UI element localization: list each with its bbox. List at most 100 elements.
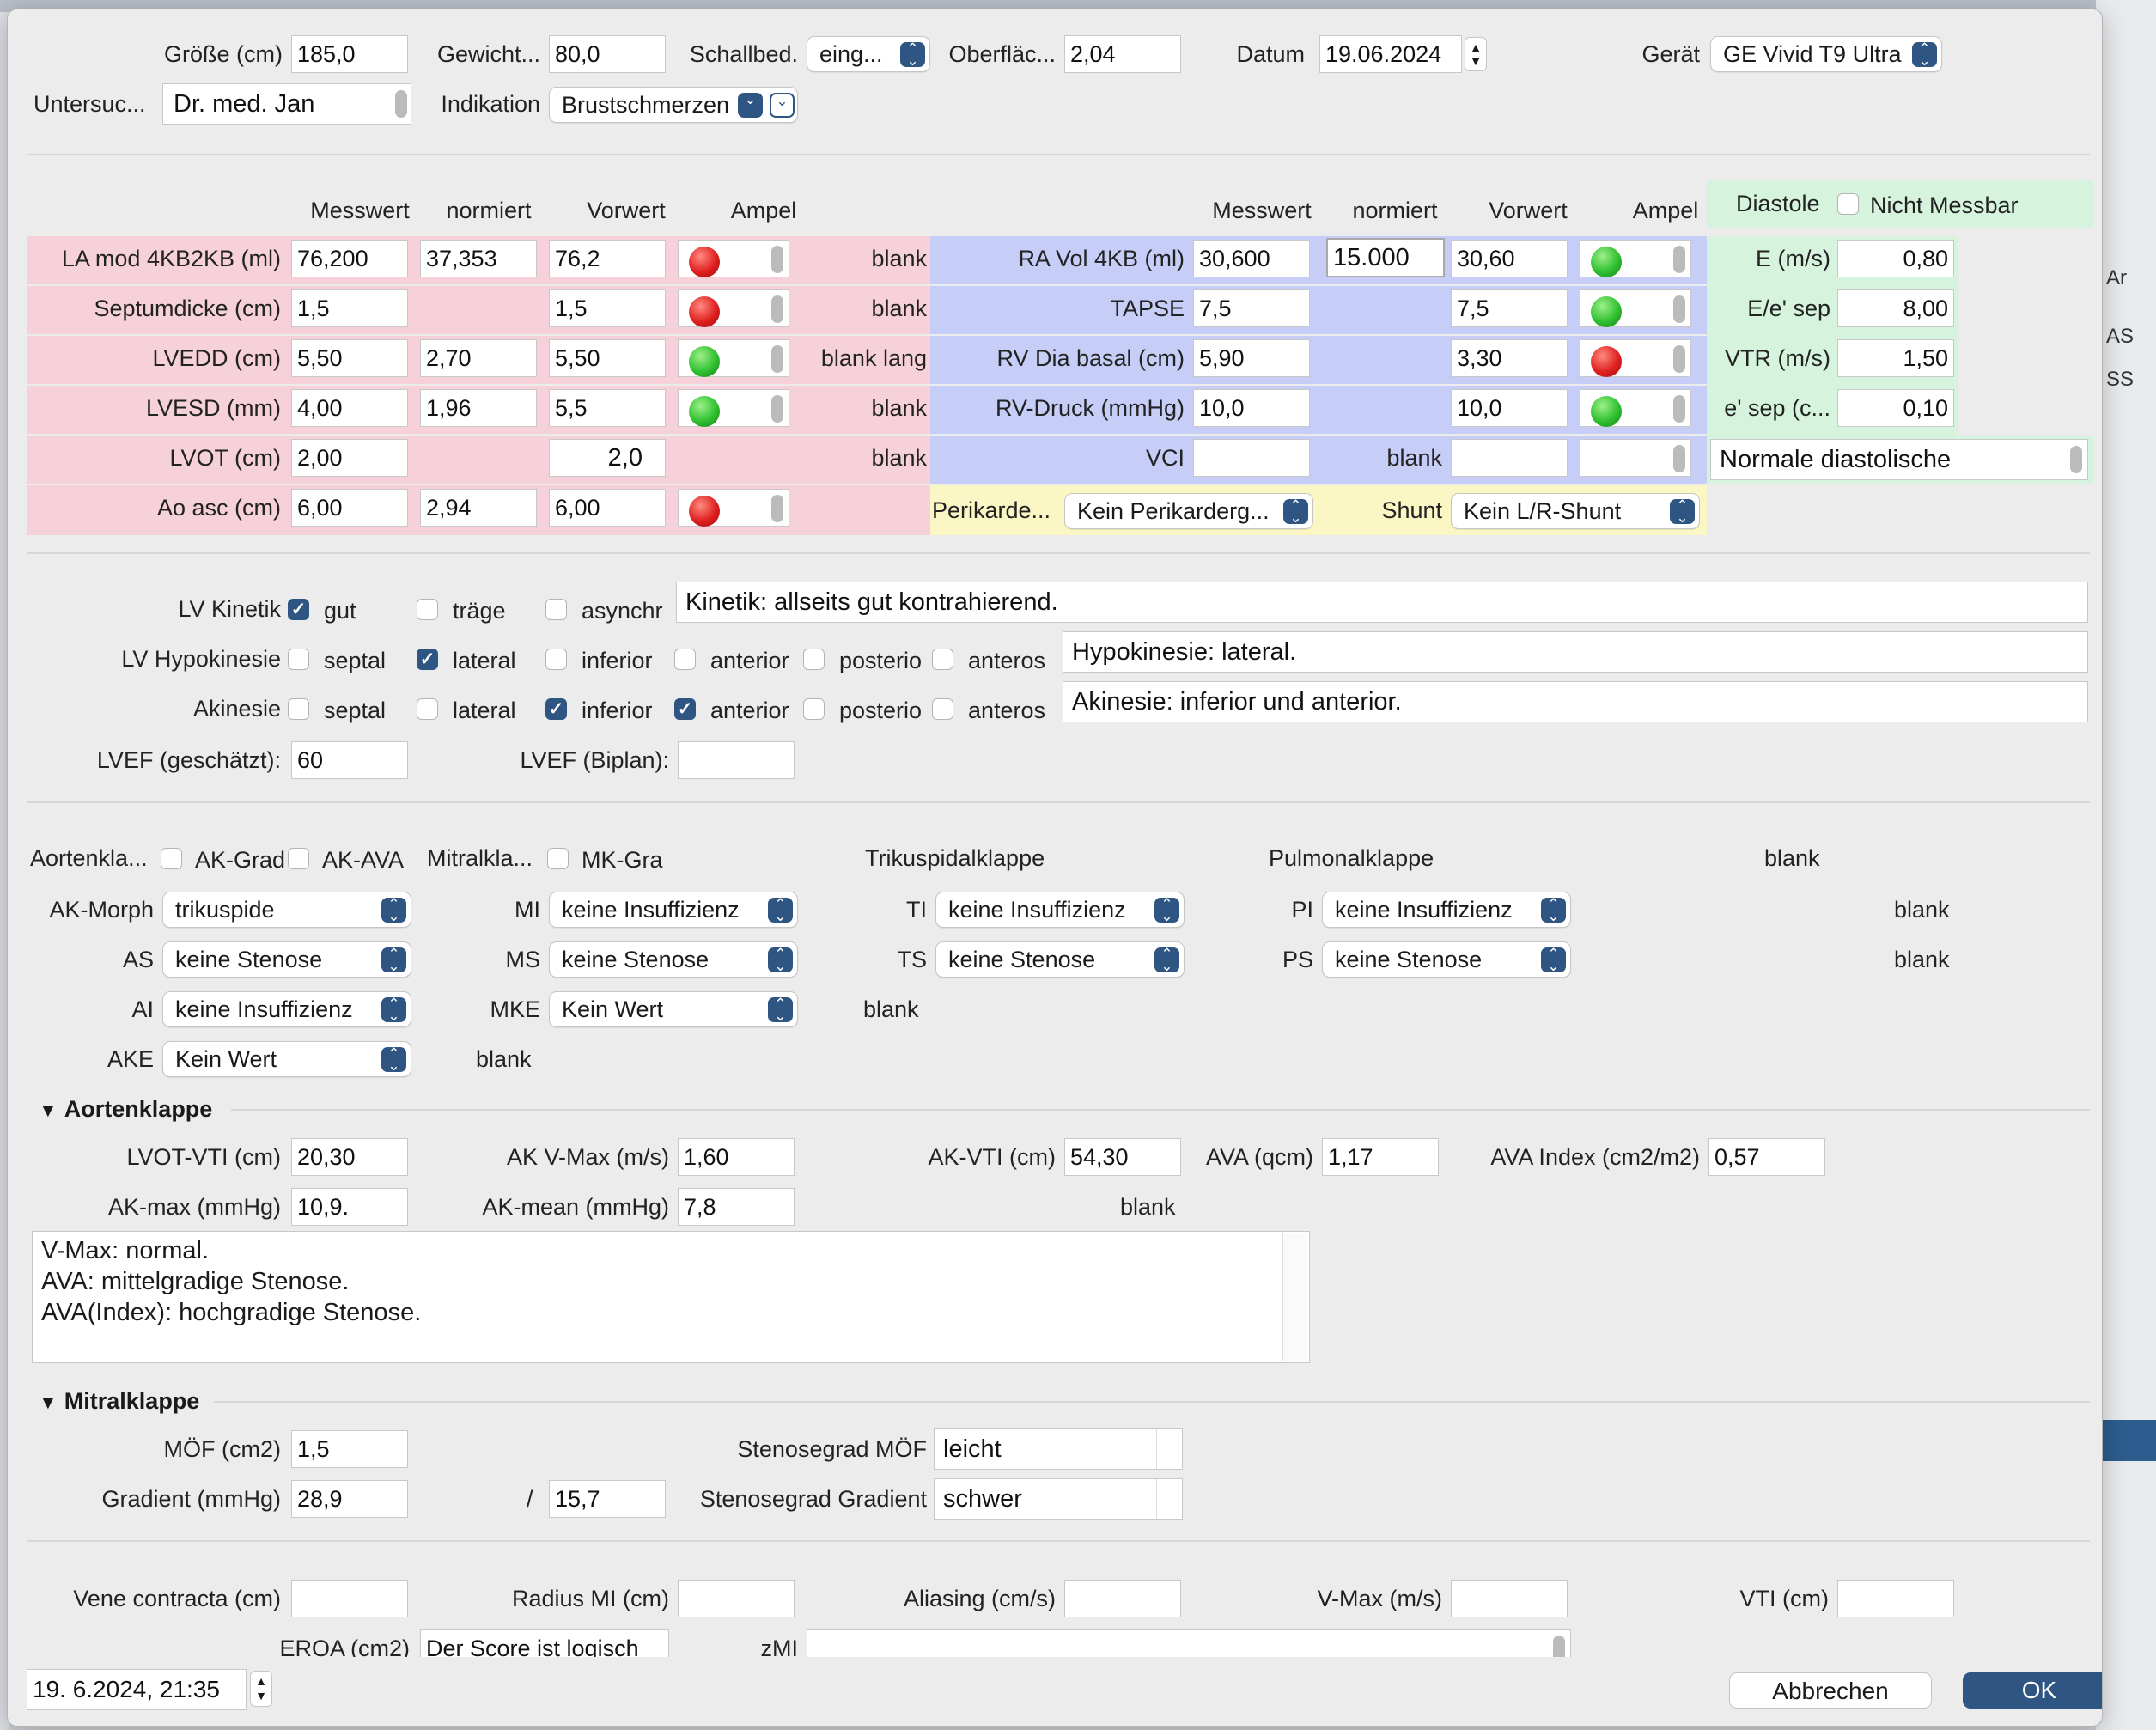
normiert-field[interactable]: 2,94 [420,489,537,527]
aortenklappe-text-area[interactable]: V-Max: normal. AVA: mittelgradige Stenos… [32,1231,1310,1363]
left-row-label[interactable]: Septumdicke (cm) [33,289,281,327]
diastole-row-label[interactable]: E/e' sep [1708,289,1830,327]
blank-label[interactable]: blank [476,1040,532,1078]
normiert-field[interactable]: 1,96 [420,389,537,427]
ak-vti-field[interactable]: 54,30 [1064,1138,1181,1176]
akinesie-anterior-label[interactable]: anterior [710,691,789,729]
diastole-value-field[interactable]: 1,50 [1837,339,1954,377]
akinesie-anteros-checkbox[interactable] [932,698,953,720]
chevron-double-icon[interactable]: ⌄ [770,93,795,118]
ok-button[interactable]: OK [1963,1672,2102,1709]
ts-select[interactable]: keine Stenose ⌃ ⌄ [935,941,1185,978]
vorwert-field[interactable]: 2,0 [549,439,666,477]
aortenklappe-header[interactable]: ▼ Aortenklappe [39,1090,212,1128]
hypokinesie-anteros-label[interactable]: anteros [968,642,1045,679]
diastole-row-label[interactable]: E (m/s) [1708,240,1830,277]
stenosegrad-gradient-field[interactable]: schwer [934,1478,1183,1520]
oberflaeche-field[interactable]: 2,04 [1064,35,1181,73]
ak-ava-checkbox[interactable] [288,848,309,869]
messwert-field[interactable]: 2,00 [291,439,408,477]
kinetik-text-field[interactable]: Kinetik: allseits gut kontrahierend. [676,582,2088,623]
hypokinesie-inferior-checkbox[interactable] [545,649,567,670]
left-row-label[interactable]: LA mod 4KB2KB (ml) [33,240,281,277]
schallbed-select[interactable]: eing... ⌃ ⌄ [807,36,930,72]
hypokinesie-septal-checkbox[interactable] [288,649,309,670]
vmax-field[interactable] [1451,1580,1568,1617]
right-row-label[interactable]: RV Dia basal (cm) [935,339,1185,377]
vti-field[interactable] [1837,1580,1954,1617]
left-row-label[interactable]: LVEDD (cm) [33,339,281,377]
ake-select[interactable]: Kein Wert ⌃ ⌄ [162,1041,411,1077]
chevron-down-icon[interactable]: ⌄ [738,92,763,118]
row-note[interactable]: blank lang [798,339,927,377]
ms-select[interactable]: keine Stenose ⌃ ⌄ [549,941,798,978]
diastole-row-label[interactable]: VTR (m/s) [1708,339,1830,377]
datetime-stepper[interactable]: ▲ ▼ [250,1671,272,1707]
akinesie-posterio-label[interactable]: posterio [839,691,922,729]
normiert-field[interactable]: 2,70 [420,339,537,377]
ti-select[interactable]: keine Insuffizienz ⌃ ⌄ [935,892,1185,928]
vorwert-field[interactable]: 7,5 [1451,289,1568,327]
mk-gra-checkbox[interactable] [547,848,569,869]
hypokinesie-text-field[interactable]: Hypokinesie: lateral. [1063,631,2088,673]
ava-field[interactable]: 1,17 [1322,1138,1439,1176]
nicht-messbar-checkbox[interactable] [1837,193,1859,215]
disclosure-triangle-icon[interactable]: ▼ [39,1384,58,1422]
ak-grad-checkbox[interactable] [161,848,182,869]
vorwert-field[interactable]: 3,30 [1451,339,1568,377]
ak-morph-select[interactable]: trikuspide ⌃ ⌄ [162,892,411,928]
messwert-field[interactable]: 6,00 [291,489,408,527]
diastole-row-label[interactable]: e' sep (c... [1708,389,1830,427]
row-note[interactable]: blank [798,289,927,327]
footer-datetime-field[interactable]: 19. 6.2024, 21:35 [27,1669,247,1710]
kinetik-asynchr-checkbox[interactable] [545,599,567,620]
ampel-indicator[interactable] [678,489,789,527]
right-row-label[interactable]: RA Vol 4KB (ml) [935,240,1185,277]
cancel-button[interactable]: Abbrechen [1729,1672,1932,1709]
hypokinesie-anterior-checkbox[interactable] [674,649,696,670]
vorwert-field[interactable]: 76,2 [549,240,666,277]
vorwert-field[interactable]: 5,50 [549,339,666,377]
ps-label[interactable]: PS [1202,941,1313,978]
akinesie-septal-checkbox[interactable] [288,698,309,720]
akinesie-lateral-label[interactable]: lateral [453,691,516,729]
messwert-field[interactable]: 5,90 [1193,339,1310,377]
row-note[interactable]: blank [798,439,927,477]
messwert-field[interactable] [1193,439,1310,477]
perikard-select[interactable]: Kein Perikarderg... ⌃ ⌄ [1064,493,1313,529]
akinesie-lateral-checkbox[interactable] [417,698,438,720]
messwert-field[interactable]: 4,00 [291,389,408,427]
hypokinesie-inferior-label[interactable]: inferior [582,642,653,679]
ak-morph-label[interactable]: AK-Morph [42,891,154,929]
row-note[interactable]: blank [798,389,927,427]
ampel-indicator[interactable] [1580,289,1691,327]
lvef-biplan-field[interactable] [678,741,795,779]
akinesie-text-field[interactable]: Akinesie: inferior und anterior. [1063,681,2088,722]
right-row-label[interactable]: VCI [935,439,1185,477]
hypokinesie-anterior-label[interactable]: anterior [710,642,789,679]
vorwert-field[interactable]: 10,0 [1451,389,1568,427]
kinetik-traege-checkbox[interactable] [417,599,438,620]
ms-label[interactable]: MS [429,941,541,978]
akinesie-posterio-checkbox[interactable] [803,698,825,720]
akinesie-anteros-label[interactable]: anteros [968,691,1045,729]
ai-select[interactable]: keine Insuffizienz ⌃ ⌄ [162,991,411,1027]
hypokinesie-septal-label[interactable]: septal [324,642,386,679]
ampel-indicator[interactable] [1580,389,1691,427]
messwert-field[interactable]: 1,5 [291,289,408,327]
diastole-value-field[interactable]: 0,80 [1837,240,1954,277]
ak-vmax-field[interactable]: 1,60 [678,1138,795,1176]
messwert-field[interactable]: 76,200 [291,240,408,277]
ampel-indicator[interactable] [678,240,789,277]
messwert-field[interactable]: 5,50 [291,339,408,377]
hypokinesie-lateral-label[interactable]: lateral [453,642,516,679]
hypokinesie-posterio-label[interactable]: posterio [839,642,922,679]
normiert-field[interactable]: 37,353 [420,240,537,277]
lvef-geschaetzt-field[interactable]: 60 [291,741,408,779]
vorwert-field[interactable]: 5,5 [549,389,666,427]
diastole-value-field[interactable]: 8,00 [1837,289,1954,327]
blank-label[interactable]: blank [863,990,919,1028]
akinesie-inferior-checkbox[interactable]: ✓ [545,698,567,720]
left-row-label[interactable]: Ao asc (cm) [33,489,281,527]
ampel-indicator[interactable] [1580,240,1691,277]
